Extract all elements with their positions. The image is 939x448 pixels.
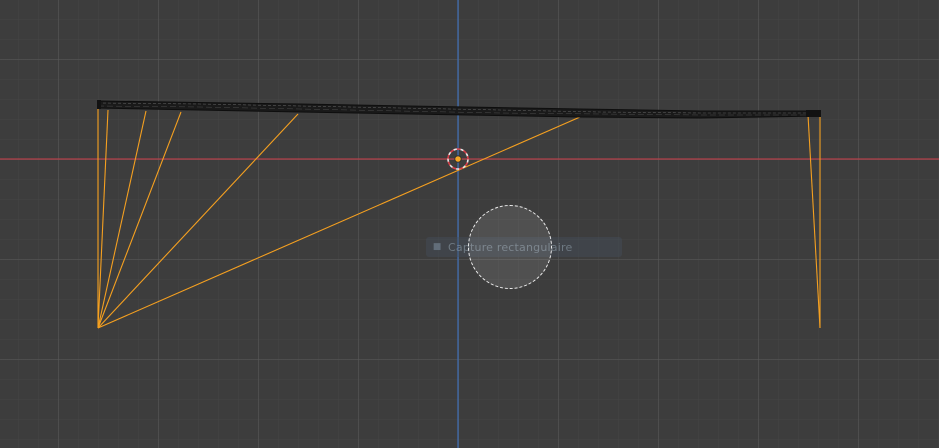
edge [97, 113, 299, 329]
edge [97, 111, 182, 329]
mesh-top-band [97, 100, 821, 119]
select-box-icon: ■ [432, 242, 442, 252]
selected-edges[interactable] [97, 102, 821, 329]
mesh-corner-block [806, 110, 821, 117]
edge [97, 109, 109, 329]
edge [97, 110, 147, 329]
mesh-strip[interactable] [97, 100, 821, 119]
edge [807, 114, 821, 329]
3d-viewport[interactable]: ■ Capture rectangulaire [0, 0, 939, 448]
mesh-corner-block [97, 100, 101, 109]
origin-dot [454, 155, 462, 163]
viewport-scene [0, 0, 939, 448]
cursor-brush-circle [468, 205, 552, 289]
